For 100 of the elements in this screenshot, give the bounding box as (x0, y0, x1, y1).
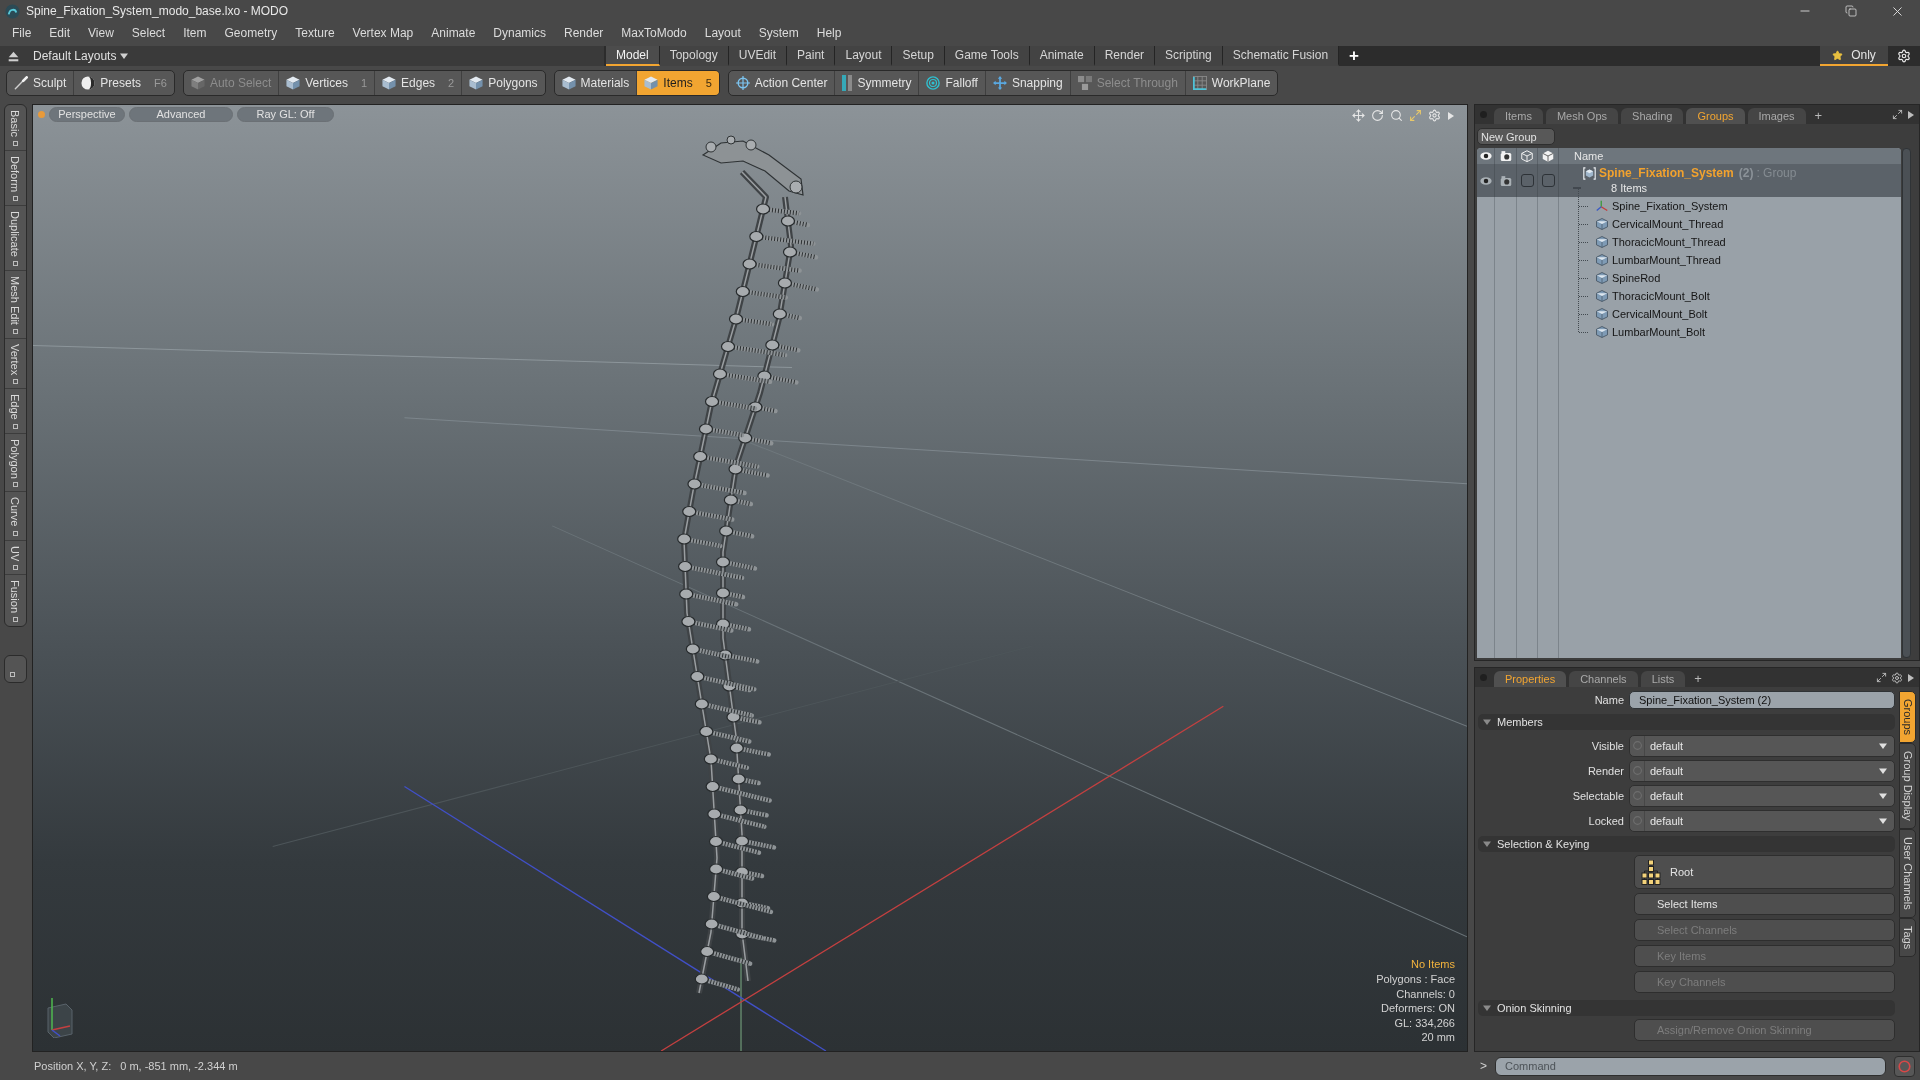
tool-button[interactable]: Snapping (985, 71, 1071, 95)
menu-item[interactable]: View (79, 24, 123, 42)
layouts-dropdown[interactable]: Default Layouts (31, 49, 131, 63)
layout-tab[interactable]: Schematic Fusion (1222, 46, 1340, 66)
select-dropdown[interactable]: default (1629, 809, 1895, 832)
panel-tab[interactable]: Mesh Ops (1545, 108, 1619, 124)
eye-icon[interactable] (1479, 174, 1492, 187)
action-button[interactable]: Select Items (1634, 893, 1895, 915)
layout-tab[interactable]: Render (1094, 46, 1156, 66)
add-tab-button[interactable]: + (1339, 46, 1370, 66)
menu-item[interactable]: Vertex Map (343, 24, 423, 42)
layout-tab[interactable]: Game Tools (944, 46, 1030, 66)
side-tab[interactable]: Groups (1899, 691, 1916, 744)
tool-tab[interactable]: Deform (4, 150, 26, 206)
tree-item[interactable]: ThoracicMount_Bolt (1559, 287, 1901, 305)
panel-tab[interactable]: Channels (1569, 671, 1638, 687)
record-button[interactable] (1894, 1055, 1915, 1077)
menu-item[interactable]: Render (555, 24, 613, 42)
viewport[interactable]: Perspective Advanced Ray GL: Off No Items Polygons : Face Channels: 0 Deformers: ON GL: 334,266 20 mm (32, 104, 1468, 1052)
menu-item[interactable]: Dynamics (484, 24, 555, 42)
tree-item[interactable]: CervicalMount_Thread (1559, 215, 1901, 233)
wireframe-cube-icon[interactable] (1521, 150, 1533, 162)
select-dropdown[interactable]: default (1629, 759, 1895, 782)
side-tab[interactable]: Tags (1899, 917, 1916, 957)
tool-button[interactable]: Falloff (919, 71, 986, 95)
settings-icon[interactable] (1891, 671, 1903, 684)
tool-tab[interactable]: Duplicate (4, 205, 26, 271)
tool-tab[interactable]: Mesh Edit (4, 270, 26, 339)
expand-icon[interactable] (1876, 672, 1887, 683)
view-option-button[interactable]: Ray GL: Off (237, 107, 334, 122)
menu-item[interactable]: Layout (695, 24, 750, 42)
rotate-icon[interactable] (1371, 109, 1384, 122)
tree-item[interactable]: CervicalMount_Bolt (1559, 305, 1901, 323)
menu-item[interactable]: File (3, 24, 41, 42)
tool-tab[interactable]: Fusion (4, 575, 26, 627)
eye-icon[interactable] (1479, 150, 1492, 162)
action-button[interactable]: Root (1634, 855, 1895, 889)
select-dropdown[interactable]: default (1629, 734, 1895, 757)
layout-tab[interactable]: Paint (787, 46, 836, 66)
restore-icon[interactable] (1845, 5, 1857, 17)
tool-button[interactable]: Polygons (462, 71, 545, 95)
tree-item[interactable]: Spine_Fixation_System (1559, 197, 1901, 215)
side-tab[interactable]: Group Display (1899, 743, 1916, 829)
side-tab[interactable]: User Channels (1899, 828, 1916, 918)
tree-item[interactable]: LumbarMount_Bolt (1559, 323, 1901, 341)
menu-item[interactable]: System (749, 24, 808, 42)
add-tab-button[interactable]: + (1688, 671, 1708, 687)
menu-item[interactable]: MaxToModo (612, 24, 696, 42)
menu-item[interactable]: Animate (422, 24, 485, 42)
tool-tab[interactable]: UV (4, 540, 26, 576)
scrollbar[interactable] (1902, 148, 1911, 658)
add-tab-button[interactable]: + (1808, 108, 1829, 124)
tool-button[interactable]: Items 5 (637, 71, 719, 95)
section-header[interactable]: Selection & Keying (1478, 836, 1895, 852)
menu-item[interactable]: Edit (40, 24, 80, 42)
menu-item[interactable]: Help (807, 24, 851, 42)
layout-tab[interactable]: Animate (1029, 46, 1095, 66)
command-field[interactable]: Command (1495, 1056, 1886, 1076)
toggle-box[interactable] (1541, 174, 1555, 187)
tool-tab[interactable]: Curve (4, 492, 26, 541)
view-option-button[interactable]: Perspective (49, 107, 125, 122)
panel-tab[interactable]: Shading (1621, 108, 1684, 124)
tool-button[interactable]: WorkPlane (1185, 71, 1278, 95)
section-header[interactable]: Onion Skinning (1478, 1000, 1895, 1016)
tool-tab[interactable]: Vertex (4, 338, 26, 389)
tool-tab[interactable]: Polygon (4, 433, 26, 493)
camera-icon[interactable] (1499, 150, 1512, 162)
tree-item[interactable]: ThoracicMount_Thread (1559, 233, 1901, 251)
triangle-icon[interactable] (1907, 673, 1915, 682)
tree-item[interactable]: SpineRod (1559, 269, 1901, 287)
tool-tab[interactable]: Basic (4, 105, 26, 151)
only-toggle[interactable]: Only (1820, 46, 1888, 66)
panel-tab[interactable]: Properties (1494, 671, 1567, 687)
arrow-up-icon[interactable] (8, 50, 19, 62)
name-field[interactable]: Spine_Fixation_System (2) (1629, 691, 1895, 709)
select-dropdown[interactable]: default (1629, 784, 1895, 807)
menu-item[interactable]: Geometry (215, 24, 287, 42)
layout-tab[interactable]: Setup (892, 46, 945, 66)
panel-tab[interactable]: Images (1747, 108, 1806, 124)
tool-button[interactable]: Presets F6 (74, 71, 174, 95)
expand-icon[interactable] (1892, 109, 1903, 120)
layout-tab[interactable]: Layout (835, 46, 893, 66)
toggle-box[interactable] (1520, 174, 1534, 187)
layout-tab[interactable]: Topology (659, 46, 729, 66)
layout-tab[interactable]: UVEdit (728, 46, 788, 66)
panel-tab[interactable]: Lists (1640, 671, 1686, 687)
panel-tab[interactable]: Groups (1686, 108, 1745, 124)
tool-button[interactable]: Vertices 1 (279, 71, 376, 95)
tool-button[interactable]: Symmetry (835, 71, 920, 95)
panel-tab[interactable]: Items (1494, 108, 1543, 124)
tool-button[interactable]: Sculpt (7, 71, 75, 95)
new-group-button[interactable]: New Group (1477, 128, 1555, 145)
triangle-icon[interactable] (1907, 110, 1915, 119)
tool-button[interactable]: Edges 2 (375, 71, 463, 95)
tool-tab[interactable]: Edge (4, 388, 26, 434)
layout-tab[interactable]: Scripting (1155, 46, 1223, 66)
move-icon[interactable] (1352, 109, 1365, 122)
menu-item[interactable]: Texture (286, 24, 344, 42)
tool-button[interactable]: Action Center (728, 71, 836, 95)
tree-item[interactable]: LumbarMount_Thread (1559, 251, 1901, 269)
